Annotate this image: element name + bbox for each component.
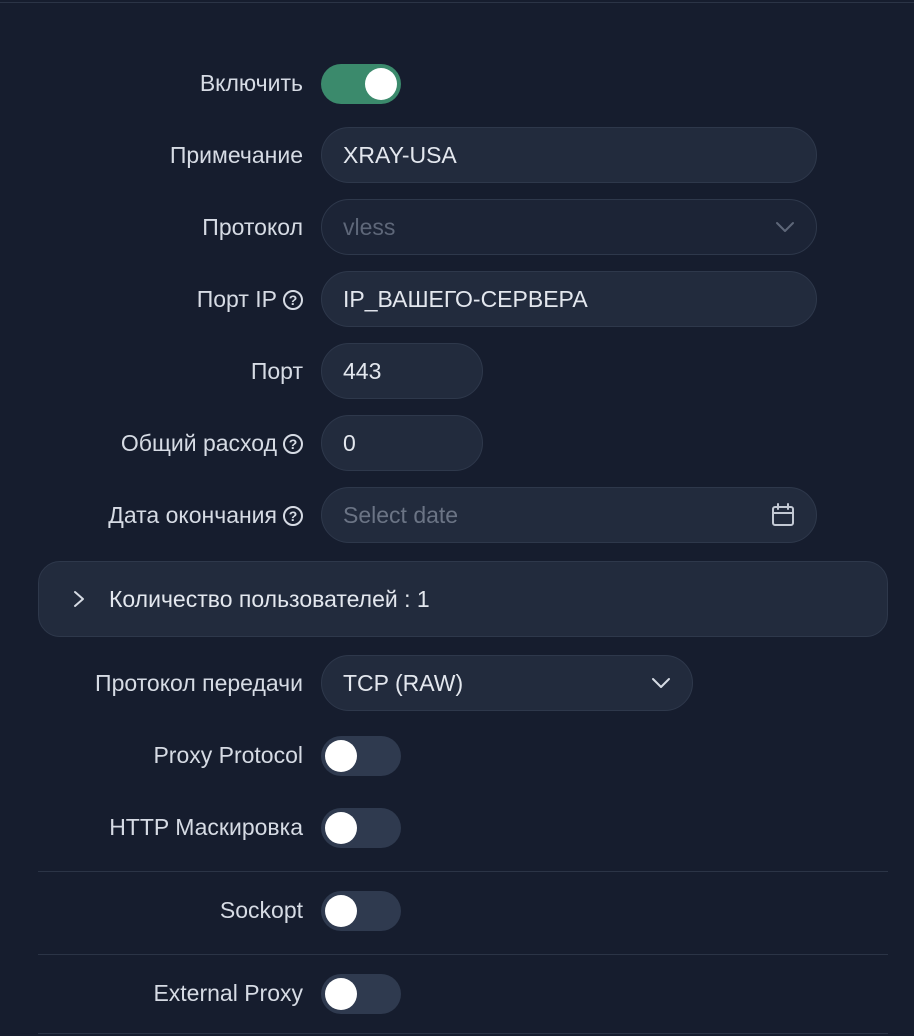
chevron-down-icon — [775, 221, 795, 233]
clients-collapse-header[interactable]: Количество пользователей : 1 — [38, 561, 888, 637]
external-proxy-toggle[interactable] — [321, 974, 401, 1014]
remark-label: Примечание — [169, 142, 303, 168]
toggle-knob — [325, 895, 357, 927]
listen-ip-input[interactable]: IP_ВАШЕГО-СЕРВЕРА — [321, 271, 817, 327]
chevron-right-icon — [73, 590, 85, 608]
transmission-select[interactable]: TCP (RAW) — [321, 655, 693, 711]
port-input[interactable]: 443 — [321, 343, 483, 399]
question-circle-icon[interactable]: ? — [283, 505, 303, 526]
sockopt-toggle[interactable] — [321, 891, 401, 931]
proxy-protocol-label: Proxy Protocol — [153, 742, 303, 768]
toggle-knob — [325, 812, 357, 844]
enable-label: Включить — [199, 70, 303, 96]
proxy-protocol-toggle[interactable] — [321, 736, 401, 776]
external-proxy-label: External Proxy — [153, 980, 303, 1006]
http-obfuscation-label: HTTP Маскировка — [109, 814, 303, 840]
protocol-select: vless — [321, 199, 817, 255]
section-divider — [38, 954, 888, 955]
question-circle-icon[interactable]: ? — [283, 289, 303, 310]
question-circle-icon[interactable]: ? — [283, 433, 303, 454]
toggle-knob — [365, 68, 397, 100]
top-divider — [0, 2, 914, 3]
section-divider — [38, 871, 888, 872]
remark-input[interactable]: XRAY-USA — [321, 127, 817, 183]
expiry-date-picker[interactable]: Select date — [321, 487, 817, 543]
section-divider — [38, 1033, 888, 1034]
transmission-label: Протокол передачи — [95, 670, 303, 696]
sockopt-label: Sockopt — [219, 897, 303, 923]
expiry-label: Дата окончания ? — [108, 502, 303, 529]
port-label: Порт — [250, 358, 303, 384]
protocol-label: Протокол — [202, 214, 303, 240]
total-traffic-label: Общий расход ? — [121, 430, 303, 457]
total-traffic-input[interactable]: 0 — [321, 415, 483, 471]
listen-ip-label: Порт IP ? — [197, 286, 303, 313]
enable-toggle[interactable] — [321, 64, 401, 104]
toggle-knob — [325, 740, 357, 772]
toggle-knob — [325, 978, 357, 1010]
clients-count-label: Количество пользователей : 1 — [109, 585, 430, 612]
chevron-down-icon — [651, 677, 671, 689]
http-obfuscation-toggle[interactable] — [321, 808, 401, 848]
calendar-icon — [771, 503, 795, 527]
